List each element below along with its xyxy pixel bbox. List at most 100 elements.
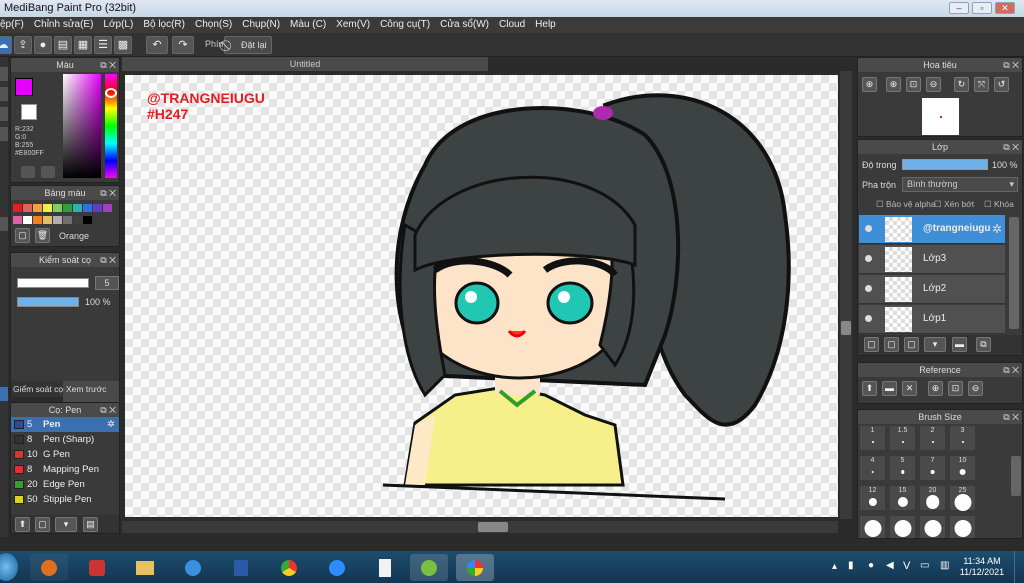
panel-close-icon[interactable]: ⧉ ✕ (1003, 58, 1019, 72)
palette-swatch[interactable] (103, 204, 112, 212)
palette-swatch[interactable] (73, 204, 82, 212)
undo-icon[interactable]: ↶ (146, 36, 168, 54)
cloud-icon[interactable]: ☁ (0, 36, 12, 54)
gear-icon[interactable]: ✲ (107, 417, 115, 432)
tray-keyboard-icon[interactable]: ▭ (920, 560, 929, 571)
brush-size-cell[interactable] (950, 516, 975, 538)
start-button[interactable] (0, 553, 18, 581)
layer-scrollbar[interactable] (1008, 215, 1020, 333)
hue-handle[interactable] (105, 88, 117, 98)
brush-size-scrollbar[interactable] (1010, 426, 1022, 538)
brush-menu-icon[interactable]: ▾ (55, 517, 77, 532)
palette-swatch[interactable] (33, 204, 42, 212)
panel-close-icon[interactable]: ⧉ ✕ (1003, 140, 1019, 154)
menu-window[interactable]: Cửa sổ(W) (435, 17, 494, 33)
taskbar-chrome-icon[interactable] (270, 554, 308, 581)
drawing-canvas[interactable]: @TRANGNEIUGU #H247 (125, 75, 838, 517)
brush-size-input[interactable]: 5 (95, 276, 119, 290)
minimize-button[interactable]: – (949, 2, 969, 14)
menu-cloud[interactable]: Cloud (494, 17, 530, 33)
layer-row[interactable]: Lớp3 (859, 245, 1005, 274)
taskbar-notepad-icon[interactable] (366, 554, 404, 581)
palette-swatch[interactable] (93, 204, 102, 212)
palette-swatch[interactable] (43, 216, 52, 224)
vertical-scroll-thumb[interactable] (841, 321, 851, 335)
palette-swatch[interactable] (63, 204, 72, 212)
layer-row[interactable]: @trangneiugu ✲ (859, 215, 1005, 244)
list-icon[interactable]: ☰ (94, 36, 112, 54)
panel-close-icon[interactable]: ⧉ ✕ (1003, 363, 1019, 377)
grid-icon[interactable]: ▩ (114, 36, 132, 54)
taskbar-ie-icon[interactable] (174, 554, 212, 581)
ref-zoom-out-icon[interactable]: ⊖ (968, 381, 983, 396)
tab-brush-control[interactable]: Giểm soát cọ (13, 381, 63, 397)
brush-size-cell[interactable]: 10 (950, 456, 975, 480)
panel-close-icon[interactable]: ⧉ ✕ (100, 186, 116, 200)
taskbar-app-icon[interactable] (78, 554, 116, 581)
eye-icon[interactable] (865, 315, 872, 322)
zoom-in-2-icon[interactable]: ⊕ (886, 77, 901, 92)
horizontal-scrollbar[interactable] (122, 521, 838, 533)
brush-opacity-slider[interactable] (17, 297, 79, 307)
palette-swatch[interactable] (73, 216, 82, 224)
ref-fit-icon[interactable]: ⊡ (948, 381, 963, 396)
folder-icon[interactable]: ▬ (952, 337, 967, 352)
ref-upload-icon[interactable]: ⬆ (862, 381, 877, 396)
comment-icon[interactable]: ● (34, 36, 52, 54)
eye-icon[interactable] (865, 225, 872, 232)
menu-filter[interactable]: Bộ lọc(R) (138, 17, 190, 33)
palette-swatch[interactable] (13, 204, 22, 212)
brush-item[interactable]: 8 Pen (Sharp) (11, 432, 119, 447)
palette-swatch[interactable] (53, 216, 62, 224)
menu-file[interactable]: ệp(F) (0, 17, 29, 33)
menu-layer[interactable]: Lớp(L) (98, 17, 138, 33)
zoom-out-icon[interactable]: ⊖ (926, 77, 941, 92)
clipping-checkbox[interactable]: ☐ Xén bớt (934, 199, 974, 210)
redo-icon[interactable]: ↷ (172, 36, 194, 54)
tray-language[interactable]: V (903, 560, 910, 572)
brush-item[interactable]: 8 Mapping Pen (11, 462, 119, 477)
tool-pen-icon[interactable] (0, 67, 8, 81)
brush-size-cell[interactable]: 1 (860, 426, 885, 450)
maximize-button[interactable]: ▫ (972, 2, 992, 14)
reset-button[interactable]: ⃠ Đặt lại (224, 36, 272, 54)
share-icon[interactable]: ⇪ (14, 36, 32, 54)
palette-swatch[interactable] (23, 216, 32, 224)
tray-device-icon[interactable]: ▥ (940, 560, 949, 571)
brush-size-cell[interactable] (890, 516, 915, 538)
taskbar-folder-icon[interactable] (126, 554, 164, 581)
menu-color[interactable]: Màu (C) (285, 17, 331, 33)
saturation-value-picker[interactable] (63, 74, 101, 178)
panel-close-icon[interactable]: ⧉ ✕ (1003, 410, 1019, 424)
brush-size-cell[interactable]: 12 (860, 486, 885, 510)
new-layer-2-icon[interactable]: ▢ (884, 337, 899, 352)
panel-close-icon[interactable]: ⧉ ✕ (100, 403, 116, 417)
brush-item[interactable]: 10 G Pen (11, 447, 119, 462)
copy-layer-icon[interactable]: ▢ (904, 337, 919, 352)
brush-cloud-icon[interactable]: ⬆ (15, 517, 30, 532)
taskbar-zoom-icon[interactable] (318, 554, 356, 581)
brush-size-cell[interactable]: 25 (950, 486, 975, 511)
brush-size-cell[interactable]: 5 (890, 456, 915, 480)
palette-swatch[interactable] (13, 216, 22, 224)
brush-size-cell[interactable] (920, 516, 945, 538)
layer-row[interactable]: Lớp2 (859, 275, 1005, 304)
fit-icon[interactable]: ⊡ (906, 77, 921, 92)
taskbar-medibang-icon[interactable] (456, 554, 494, 581)
tool-fill-icon[interactable] (0, 127, 8, 141)
clock[interactable]: 11:34 AM 11/12/2021 (958, 556, 1006, 578)
ref-folder-icon[interactable]: ▬ (882, 381, 897, 396)
palette-swatch[interactable] (83, 204, 92, 212)
panel-close-icon[interactable]: ⧉ ✕ (100, 253, 116, 267)
swap-color-icon[interactable] (41, 166, 55, 178)
merge-icon[interactable]: ⧉ (976, 337, 991, 352)
brush-item[interactable]: 20 Edge Pen (11, 477, 119, 492)
brush-size-scroll-thumb[interactable] (1011, 456, 1021, 496)
tray-network-icon[interactable]: ▮ (848, 560, 854, 571)
palette-swatch[interactable] (33, 216, 42, 224)
reset-view-icon[interactable]: ↺ (994, 77, 1009, 92)
protect-alpha-checkbox[interactable]: ☐ Bảo vệ alpha (876, 199, 936, 210)
eyedropper-icon[interactable] (21, 166, 35, 178)
ref-zoom-in-icon[interactable]: ⊕ (928, 381, 943, 396)
ref-close-icon[interactable]: ✕ (902, 381, 917, 396)
